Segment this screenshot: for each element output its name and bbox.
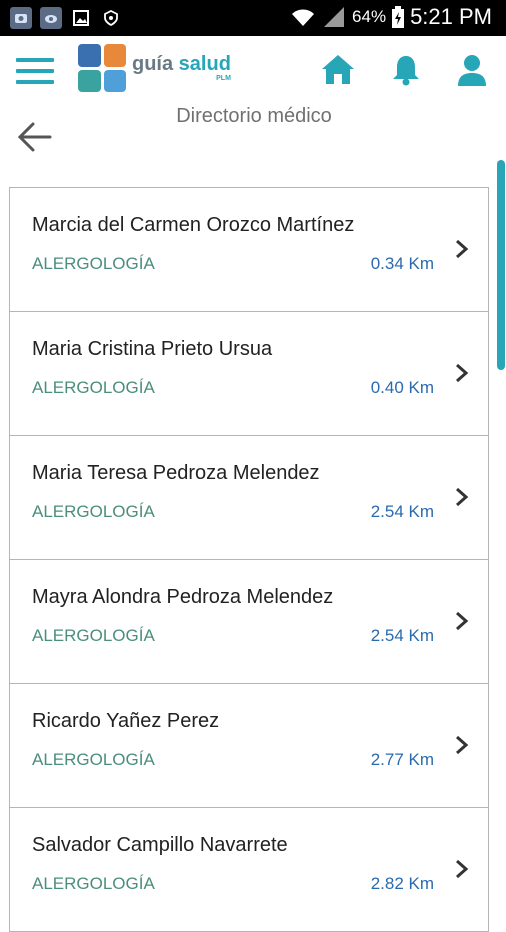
doctor-distance: 2.77 Km <box>370 750 434 769</box>
chevron-right-icon <box>456 239 469 259</box>
battery-icon <box>392 6 405 28</box>
list-item[interactable]: Maria Teresa Pedroza Melendez ALERGOLOGÍ… <box>9 436 489 560</box>
user-icon[interactable] <box>454 52 490 88</box>
doctor-list: Marcia del Carmen Orozco Martínez ALERGO… <box>9 187 489 932</box>
page-title: Directorio médico <box>176 105 332 127</box>
doctor-distance: 0.34 Km <box>370 254 434 273</box>
list-item[interactable]: Salvador Campillo Navarrete ALERGOLOGÍA … <box>9 808 489 932</box>
doctor-name: Salvador Campillo Navarrete <box>32 834 288 856</box>
status-bar: 64% 5:21 PM <box>0 0 506 36</box>
wifi-icon <box>292 9 315 26</box>
chrome-cloud-icon <box>40 7 62 29</box>
chevron-right-icon <box>456 735 469 755</box>
back-arrow-icon[interactable] <box>16 118 54 156</box>
scrollbar[interactable] <box>497 160 505 370</box>
image-icon <box>70 7 92 29</box>
logo-text: guía salud PLM <box>132 52 231 82</box>
doctor-distance: 2.82 Km <box>370 874 434 893</box>
shield-icon <box>100 7 122 29</box>
doctor-name: Mayra Alondra Pedroza Melendez <box>32 586 334 608</box>
home-icon[interactable] <box>320 52 356 88</box>
doctor-distance: 2.54 Km <box>370 626 434 645</box>
list-item[interactable]: Ricardo Yañez Perez ALERGOLOGÍA 2.77 Km <box>9 684 489 808</box>
subheader: Directorio médico <box>0 105 506 178</box>
list-item[interactable]: Marcia del Carmen Orozco Martínez ALERGO… <box>9 188 489 312</box>
doctor-name: Ricardo Yañez Perez <box>32 710 220 732</box>
system-status: 64% 5:21 PM <box>290 4 492 30</box>
chevron-right-icon <box>456 487 469 507</box>
app-logo: guía salud PLM <box>78 44 231 92</box>
doctor-specialty: ALERGOLOGÍA <box>32 626 155 645</box>
menu-icon[interactable] <box>16 58 54 86</box>
doctor-specialty: ALERGOLOGÍA <box>32 874 155 893</box>
doctor-distance: 0.40 Km <box>370 378 434 397</box>
chevron-right-icon <box>456 859 469 879</box>
logo-sub: PLM <box>216 74 231 82</box>
list-item[interactable]: Maria Cristina Prieto Ursua ALERGOLOGÍA … <box>9 312 489 436</box>
list-item[interactable]: Mayra Alondra Pedroza Melendez ALERGOLOG… <box>9 560 489 684</box>
photo-app-icon <box>10 7 32 29</box>
doctor-specialty: ALERGOLOGÍA <box>32 750 155 769</box>
doctor-distance: 2.54 Km <box>370 502 434 521</box>
doctor-name: Marcia del Carmen Orozco Martínez <box>32 214 355 236</box>
notification-icons <box>10 7 122 29</box>
doctor-name: Maria Teresa Pedroza Melendez <box>32 462 320 484</box>
battery-percent: 64% <box>352 7 387 26</box>
doctor-specialty: ALERGOLOGÍA <box>32 254 155 273</box>
app-header: guía salud PLM <box>0 36 506 108</box>
bell-icon[interactable] <box>388 52 424 88</box>
clock: 5:21 PM <box>410 4 492 29</box>
chevron-right-icon <box>456 363 469 383</box>
doctor-specialty: ALERGOLOGÍA <box>32 502 155 521</box>
chevron-right-icon <box>456 611 469 631</box>
doctor-specialty: ALERGOLOGÍA <box>32 378 155 397</box>
doctor-name: Maria Cristina Prieto Ursua <box>32 338 273 360</box>
signal-icon <box>324 7 345 27</box>
logo-mark <box>78 44 126 92</box>
